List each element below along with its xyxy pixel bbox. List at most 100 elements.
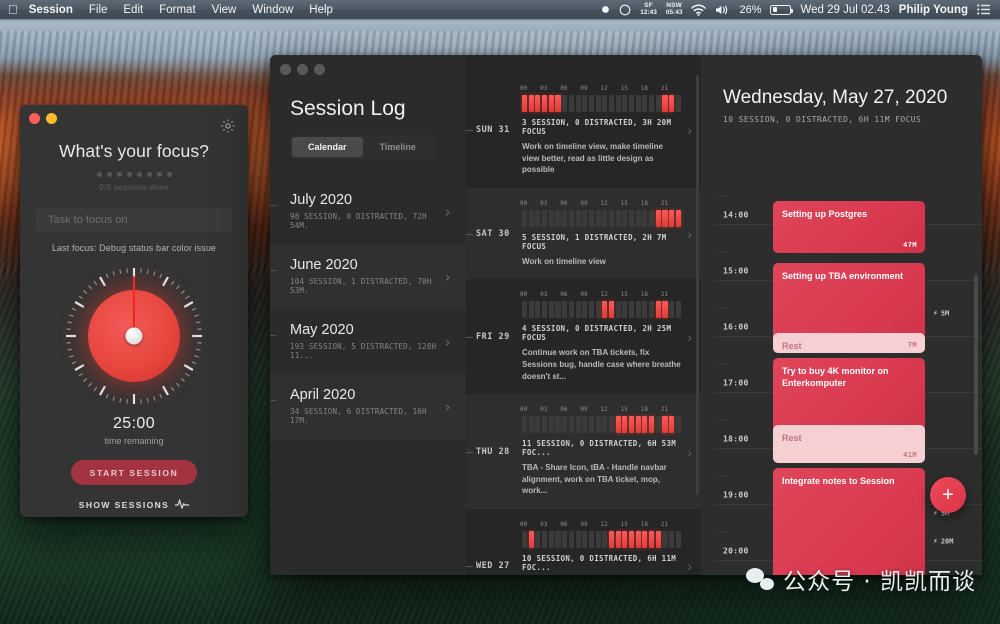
day-stats: 10 SESSION, 0 DISTRACTED, 6H 11M FOC... [522,554,681,572]
chevron-right-icon[interactable]: › [445,333,450,350]
month-stats: 98 SESSION, 0 DISTRACTED, 72H 54M. [290,212,446,230]
log-zoom-button[interactable] [314,64,325,75]
volume-icon[interactable] [715,4,730,16]
rest-block[interactable]: Rest41M [773,425,925,463]
block-duration: 41M [903,451,917,459]
menu-item-view[interactable]: View [204,4,245,16]
month-row[interactable]: July 2020 98 SESSION, 0 DISTRACTED, 72H 5… [270,179,466,244]
block-title: Setting up TBA environment [773,263,925,282]
tab-timeline[interactable]: Timeline [363,137,434,157]
menu-item-edit[interactable]: Edit [115,4,151,16]
month-name: May 2020 [290,322,446,338]
start-session-button[interactable]: START SESSION [71,460,197,485]
hour-bar [555,531,560,548]
timer-minimize-button[interactable] [46,113,57,124]
chevron-right-icon[interactable]: › [687,558,692,574]
log-close-button[interactable] [280,64,291,75]
hour-tick-label: 21 [661,406,681,413]
session-block[interactable]: Integrate notes to Session [773,468,925,575]
day-row[interactable]: WED 27000306091215182110 SESSION, 0 DIST… [466,509,701,575]
chevron-right-icon[interactable]: › [445,268,450,285]
hour-bar [629,531,634,548]
day-list: SUN 3100030609121518213 SESSION, 0 DISTR… [466,73,701,575]
hour-bar [589,416,594,433]
block-title: Rest [773,333,925,352]
day-row[interactable]: SUN 3100030609121518213 SESSION, 0 DISTR… [466,73,701,188]
months-column: Session Log Calendar Timeline July 20209… [270,55,466,575]
hour-bar [642,95,647,112]
menu-bar-datetime[interactable]: Wed 29 Jul 02.43 [800,4,889,16]
hour-tick-label: 09 [580,521,600,528]
hour-tick-label: 00 [520,85,540,92]
hour-bar-chart [522,416,681,433]
timer-close-button[interactable] [29,113,40,124]
menu-item-help[interactable]: Help [301,4,341,16]
list-menu-icon[interactable] [977,4,990,15]
chevron-right-icon[interactable]: › [687,226,692,242]
menu-bar-user[interactable]: Philip Young [899,4,968,16]
timezone-nsw[interactable]: NSW 05:43 [666,3,683,17]
chevron-right-icon[interactable]: › [687,122,692,138]
hour-bar [642,416,647,433]
hour-bar [576,95,581,112]
hour-tick-label: 12 [601,85,621,92]
hour-bar [535,301,540,318]
chevron-right-icon[interactable]: › [445,398,450,415]
hour-label: 14:00 [723,211,749,220]
hour-tick-label: 12 [601,521,621,528]
hour-tick-label: 03 [540,85,560,92]
menu-item-session[interactable]: Session [29,4,81,16]
hour-bar [542,301,547,318]
block-title: Setting up Postgres [773,201,925,220]
gear-icon[interactable] [220,118,236,134]
timer-traffic-lights [29,113,57,124]
day-row[interactable]: THU 28000306091215182111 SESSION, 0 DIST… [466,394,701,509]
month-stats: 193 SESSION, 5 DISTRACTED, 128H 11... [290,342,446,360]
days-scrollbar[interactable] [696,75,699,495]
record-dot-icon[interactable] [601,5,610,14]
hour-bar [576,416,581,433]
hour-bar [549,210,554,227]
battery-icon[interactable] [770,5,791,15]
circle-icon[interactable] [619,4,631,16]
month-name: July 2020 [290,192,446,208]
month-row[interactable]: April 202034 SESSION, 6 DISTRACTED, 16H … [270,374,466,439]
day-timeline: 14:0015:0016:0017:0018:0019:0020:00Setti… [701,173,982,575]
chevron-right-icon[interactable]: › [445,203,450,220]
days-column: SUN 3100030609121518213 SESSION, 0 DISTR… [466,55,701,575]
hour-tick-label: 00 [520,521,540,528]
month-row[interactable]: May 2020 193 SESSION, 5 DISTRACTED, 128H … [270,309,466,374]
hour-bar [582,301,587,318]
wifi-icon[interactable] [691,4,706,16]
menu-item-window[interactable]: Window [244,4,301,16]
hour-tick-label: 12 [601,406,621,413]
session-pip [97,172,102,177]
hour-tick-label: 15 [621,291,641,298]
tab-calendar[interactable]: Calendar [292,137,363,157]
rest-block[interactable]: Rest7M [773,333,925,353]
log-minimize-button[interactable] [297,64,308,75]
apple-icon[interactable]:  [8,3,18,16]
log-window-traffic-lights [280,64,325,75]
timezone-sf[interactable]: SF 12:43 [640,3,657,17]
add-session-fab[interactable]: + [930,477,966,513]
chevron-right-icon[interactable]: › [687,444,692,460]
detail-scrollbar[interactable] [974,275,978,455]
hour-bar [522,95,527,112]
menu-item-format[interactable]: Format [151,4,203,16]
day-row[interactable]: SAT 3000030609121518215 SESSION, 1 DISTR… [466,188,701,280]
distraction-marker: ⚡5M [933,309,949,318]
timer-dial[interactable] [64,266,204,406]
session-block[interactable]: Setting up Postgres47M [773,201,925,253]
wechat-icon [746,568,774,590]
hour-bar [656,95,661,112]
task-input[interactable]: Task to focus on [36,208,232,232]
menu-item-file[interactable]: File [81,4,116,16]
day-row[interactable]: FRI 2900030609121518214 SESSION, 0 DISTR… [466,279,701,394]
show-sessions-button[interactable]: SHOW SESSIONS [20,499,248,511]
hour-bar [609,531,614,548]
hour-bar [549,95,554,112]
hour-tick-label: 15 [621,406,641,413]
month-row[interactable]: June 2020104 SESSION, 1 DISTRACTED, 70H … [270,244,466,309]
chevron-right-icon[interactable]: › [687,329,692,345]
